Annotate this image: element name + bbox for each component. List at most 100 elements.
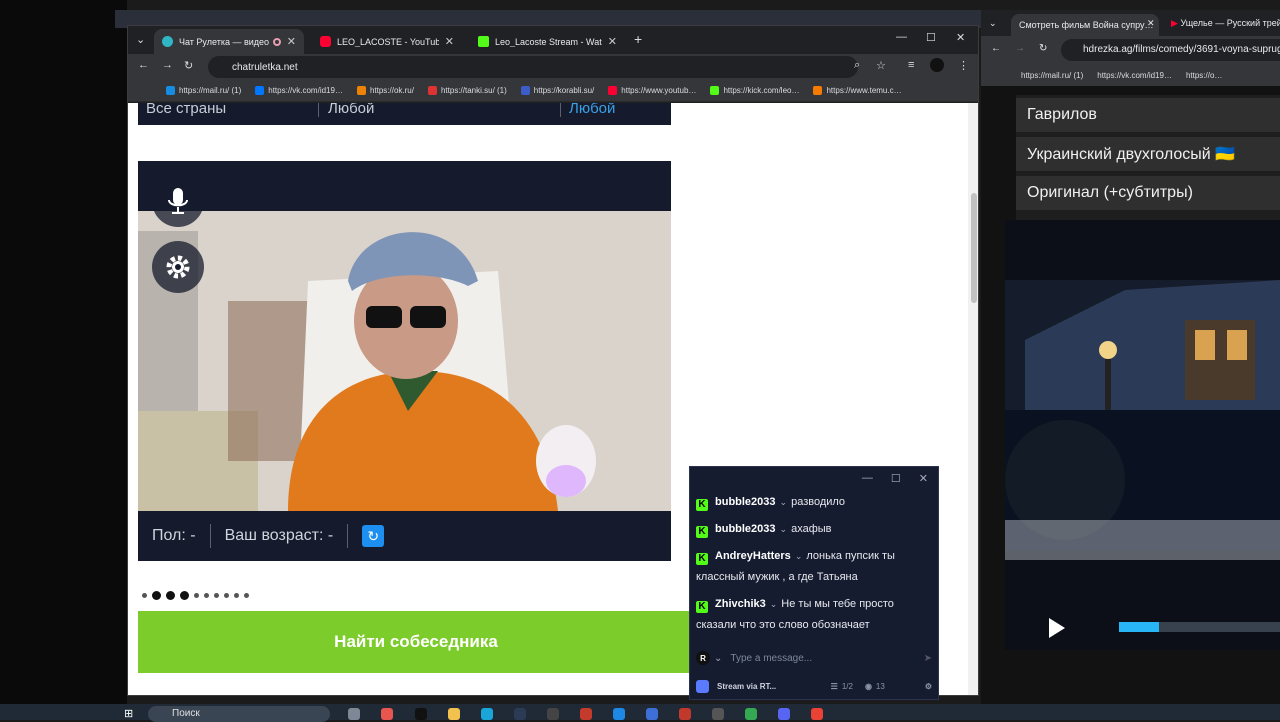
chat-username[interactable]: Zhivchik3 [715,598,766,610]
steam-icon[interactable] [514,708,526,720]
reload-icon[interactable]: ↻ [184,59,193,72]
bookmark-item[interactable]: https://ok.ru/ [356,86,414,95]
file-explorer-icon[interactable] [448,708,460,720]
dot[interactable] [234,593,239,598]
address-bar[interactable]: chatruletka.net [208,56,858,78]
account-icon[interactable]: R [696,651,710,665]
app-icon[interactable] [679,708,691,720]
country-filter[interactable]: Все страны [146,103,226,117]
bookmark-star-icon[interactable]: ☆ [876,59,886,72]
tab-media-icon[interactable]: ≡ [908,59,914,71]
queue-icon: ☰ [830,681,838,691]
tab-chatruletka[interactable]: Чат Рулетка — видеочат … ✕ [154,29,304,54]
back-icon[interactable]: ← [991,43,1001,54]
zoom-icon[interactable]: ⌕ [854,59,860,72]
chevron-down-icon[interactable]: ⌄ [714,653,722,664]
dot[interactable] [152,591,161,600]
close-icon[interactable]: ✕ [919,472,928,485]
dot[interactable] [166,591,175,600]
task-view-icon[interactable] [348,708,360,720]
tab-youtube-trailer[interactable]: ▶ Ущелье — Русский трейл… [1171,18,1280,29]
video-player[interactable] [1005,220,1280,650]
bookmark-item[interactable]: https://korabli.su/ [520,86,594,95]
chat-username[interactable]: AndreyHatters [715,550,791,562]
tab-search-icon[interactable]: ⌄ [136,33,145,46]
app-icon[interactable] [712,708,724,720]
settings-button[interactable] [152,241,204,293]
chevron-down-icon[interactable]: ⌄ [780,524,788,534]
bookmark-item[interactable]: https://mail.ru/ (1) [166,86,241,95]
bookmark-item[interactable]: https://mail.ru/ (1) [1021,71,1083,80]
forward-icon[interactable]: → [162,59,173,71]
dubbing-option[interactable]: Гаврилов [1016,98,1280,132]
app-icon[interactable] [580,708,592,720]
chat-username[interactable]: bubble2033 [715,496,776,508]
close-icon[interactable]: ✕ [287,35,296,48]
bookmark-item[interactable]: https://tanki.su/ (1) [427,86,507,95]
dot[interactable] [194,593,199,598]
tab-strip: ⌄ Смотреть фильм Война супру… ✕ ▶ Ущелье… [981,10,1280,36]
new-tab-icon[interactable]: + [634,31,642,47]
discord-icon[interactable] [778,708,790,720]
chevron-down-icon[interactable]: ⌄ [770,599,778,609]
app-icon[interactable] [646,708,658,720]
close-icon[interactable]: ✕ [1147,18,1155,29]
chrome-icon[interactable] [811,708,823,720]
bookmark-item[interactable]: https://o… [1186,71,1222,80]
dot[interactable] [224,593,229,598]
maximize-icon[interactable]: ☐ [891,472,901,485]
chat-footer: Stream via RT... ☰ 1/2 ◉ 13 ⚙ [690,673,938,699]
dot[interactable] [214,593,219,598]
microphone-button[interactable] [152,175,204,227]
bookmark-item[interactable]: https://vk.com/id19… [255,86,343,95]
app-icon[interactable] [381,708,393,720]
bookmark-item[interactable]: https://www.temu.c… [813,86,902,95]
terminal-icon[interactable] [415,708,427,720]
address-bar[interactable]: hdrezka.ag/films/comedy/3691-voyna-supru… [1061,39,1280,61]
back-icon[interactable]: ← [138,59,149,71]
bookmark-item[interactable]: https://vk.com/id19… [1097,71,1172,80]
dot[interactable] [204,593,209,598]
age-filter[interactable]: Любой [569,103,615,117]
app-icon[interactable] [613,708,625,720]
tab-kick[interactable]: Leo_Lacoste Stream - Watch Li… ✕ [470,29,625,54]
tab-title: Чат Рулетка — видеочат … [179,36,269,47]
bookmark-item[interactable]: https://kick.com/leo… [710,86,799,95]
dubbing-option[interactable]: Оригинал (+субтитры) [1016,176,1280,210]
minimize-icon[interactable]: — [862,472,873,484]
refresh-icon[interactable]: ↻ [362,525,385,547]
windows-start-icon[interactable]: ⊞ [124,707,133,720]
page-scrollbar[interactable] [968,103,978,695]
gear-icon[interactable]: ⚙ [925,682,932,691]
tab-search-icon[interactable]: ⌄ [989,18,997,29]
dubbing-option[interactable]: Украинский двухголосый 🇺🇦 [1016,137,1280,171]
edge-icon[interactable] [481,708,493,720]
dot[interactable] [244,593,249,598]
chat-username[interactable]: bubble2033 [715,523,776,535]
tab-title: LEO_LACOSTE - YouTube [337,36,439,47]
your-age[interactable]: Ваш возраст: - [225,527,334,545]
window-close-icon[interactable]: ✕ [956,31,965,44]
find-partner-button[interactable]: Найти собеседника [138,611,694,673]
chrome-icon[interactable] [745,708,757,720]
profile-avatar[interactable] [930,58,944,72]
chevron-down-icon[interactable]: ⌄ [795,551,803,561]
chat-message-input[interactable]: Type a message... [730,653,923,664]
gender-filter[interactable]: Любой [328,103,374,117]
send-icon[interactable]: ➤ [924,653,932,664]
app-icon[interactable] [547,708,559,720]
tab-hdrezka[interactable]: Смотреть фильм Война супру… [1011,14,1159,36]
scrollbar-thumb[interactable] [971,193,977,303]
close-icon[interactable]: ✕ [445,35,454,48]
close-icon[interactable]: ✕ [608,35,617,48]
dot-active[interactable] [180,591,189,600]
tab-youtube[interactable]: LEO_LACOSTE - YouTube ✕ [312,29,462,54]
minimize-icon[interactable]: — [896,31,907,43]
chevron-down-icon[interactable]: ⌄ [780,497,788,507]
menu-icon[interactable]: ⋮ [958,59,969,72]
maximize-icon[interactable]: ☐ [926,31,936,44]
dot[interactable] [142,593,147,598]
bookmark-item[interactable]: https://www.youtub… [608,86,696,95]
reload-icon[interactable]: ↻ [1039,43,1047,54]
forward-icon[interactable]: → [1015,43,1025,54]
